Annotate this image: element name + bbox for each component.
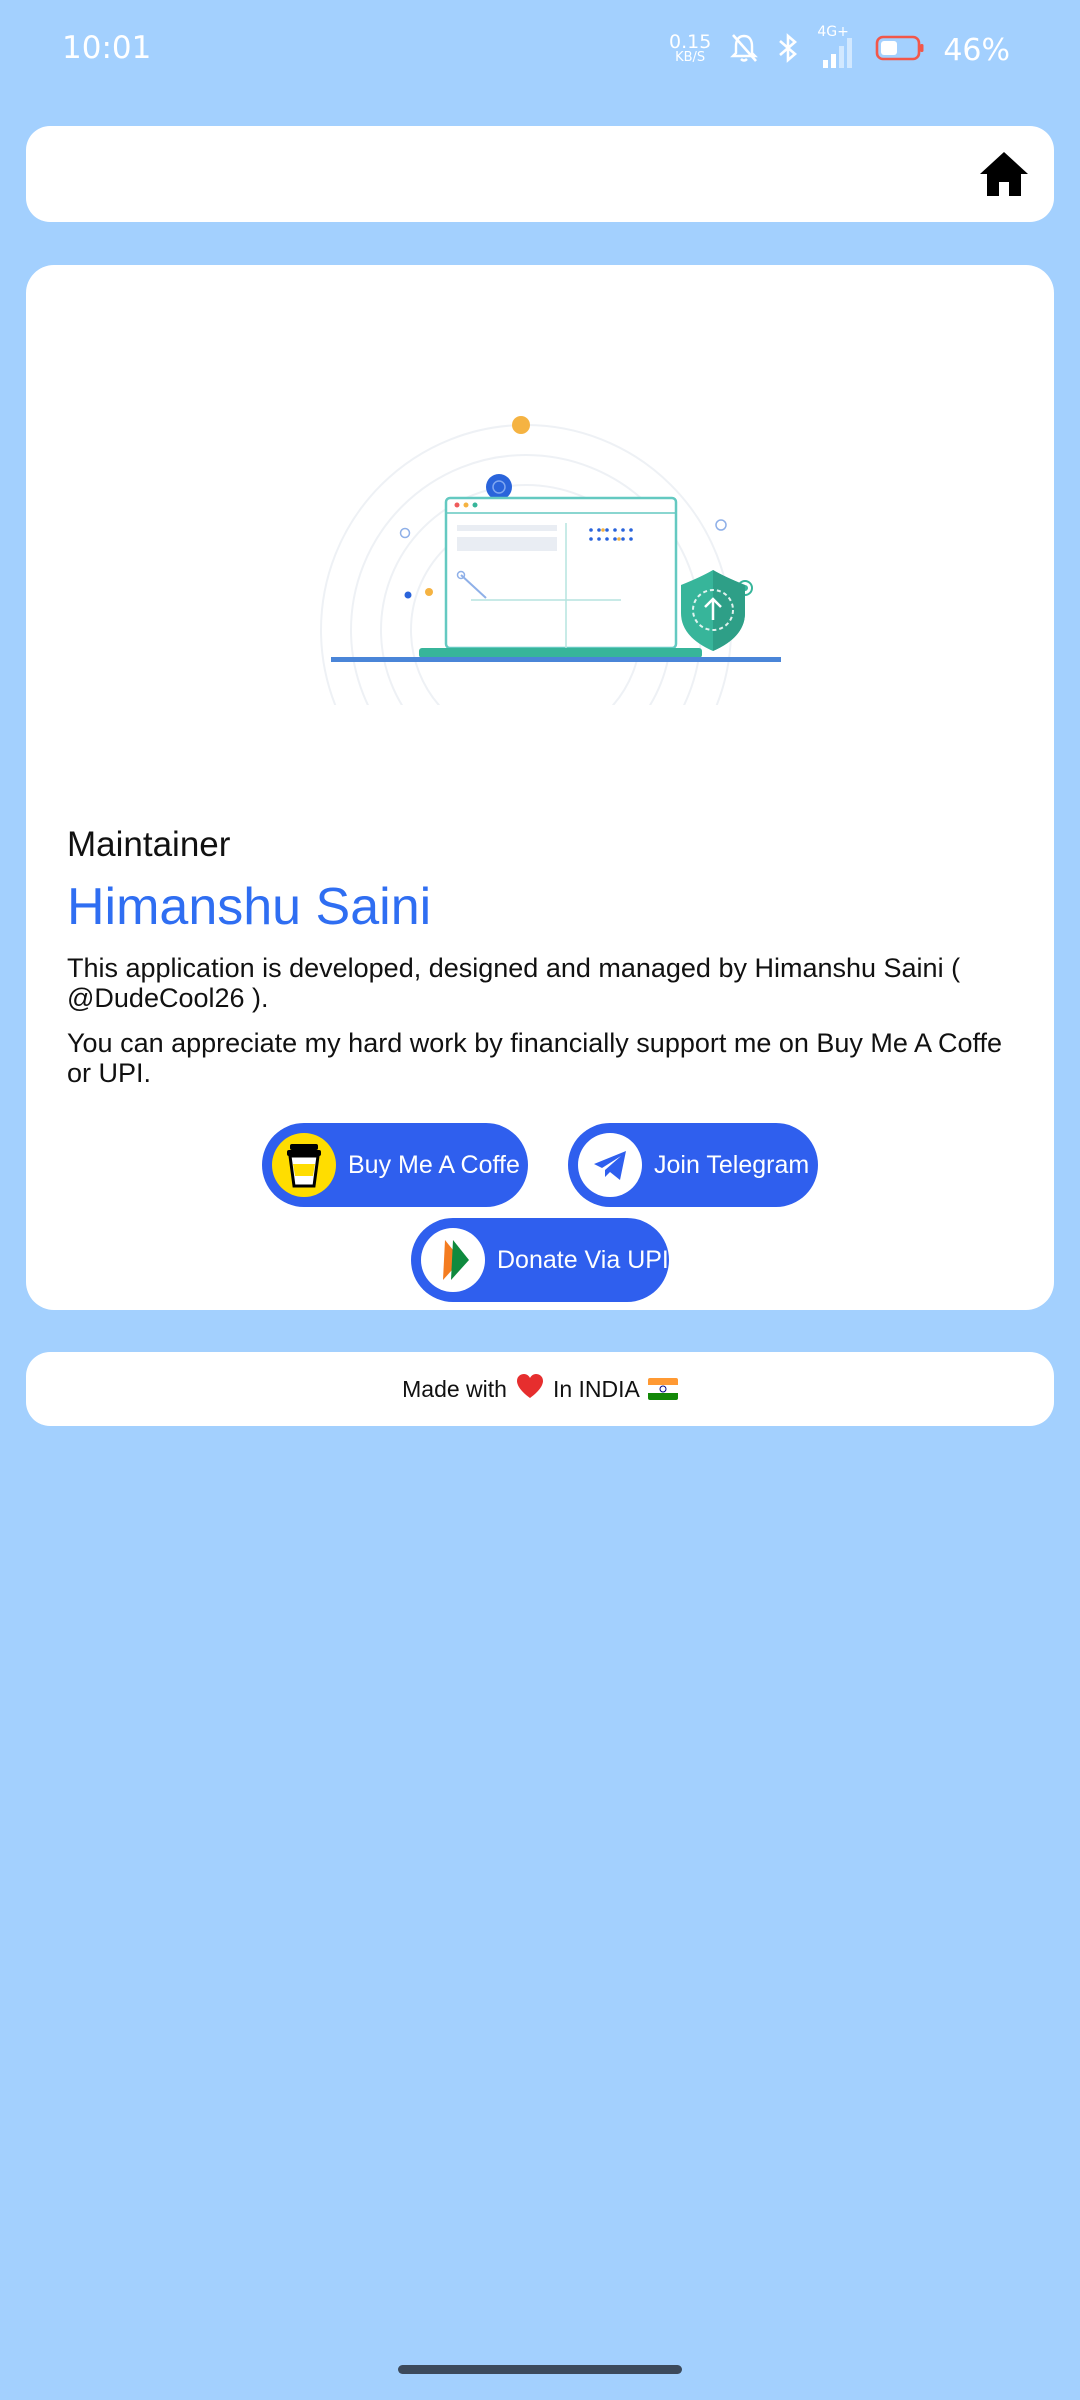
maintainer-card: Maintainer Himanshu Saini This applicati… <box>26 265 1054 1310</box>
telegram-icon <box>578 1133 642 1197</box>
status-bar: 10:01 0.15 KB/S 4G+ 46% <box>0 0 1080 100</box>
description-support: You can appreciate my hard work by finan… <box>67 1028 1003 1088</box>
battery-percent: 46% <box>943 32 1010 68</box>
home-icon <box>976 152 1032 206</box>
battery-icon <box>875 34 925 67</box>
buy-me-a-coffee-button[interactable]: Buy Me A Coffe <box>262 1123 528 1207</box>
gesture-home-indicator[interactable] <box>398 2365 682 2374</box>
description-developer: This application is developed, designed … <box>67 953 961 1013</box>
coffee-cup-icon <box>272 1133 336 1197</box>
status-time: 10:01 <box>62 30 152 66</box>
home-button[interactable] <box>976 146 1032 202</box>
security-illustration <box>301 385 791 836</box>
footer: Made with In INDIA <box>26 1352 1054 1426</box>
signal-icon: 4G+ <box>817 24 857 70</box>
buy-me-a-coffee-label: Buy Me A Coffe <box>348 1150 520 1179</box>
upi-icon <box>421 1228 485 1292</box>
donate-via-upi-button[interactable]: Donate Via UPI <box>411 1218 669 1302</box>
india-flag-icon <box>647 1378 678 1400</box>
status-icons: 0.15 KB/S 4G+ 46% <box>669 24 1010 72</box>
network-speed-unit: KB/S <box>675 50 706 65</box>
top-app-bar <box>26 126 1054 222</box>
join-telegram-label: Join Telegram <box>654 1150 810 1179</box>
mute-icon <box>729 32 759 69</box>
network-speed: 0.15 KB/S <box>669 31 712 66</box>
footer-made-with: Made with <box>402 1375 507 1402</box>
maintainer-label: Maintainer <box>67 825 231 864</box>
maintainer-name: Himanshu Saini <box>67 878 432 936</box>
heart-icon <box>515 1372 545 1406</box>
bluetooth-icon <box>777 32 799 69</box>
network-speed-value: 0.15 <box>669 31 712 53</box>
donate-via-upi-label: Donate Via UPI <box>497 1245 669 1274</box>
footer-country: In INDIA <box>552 1375 640 1402</box>
about-text: This application is developed, designed … <box>67 953 1027 1103</box>
join-telegram-button[interactable]: Join Telegram <box>568 1123 818 1207</box>
